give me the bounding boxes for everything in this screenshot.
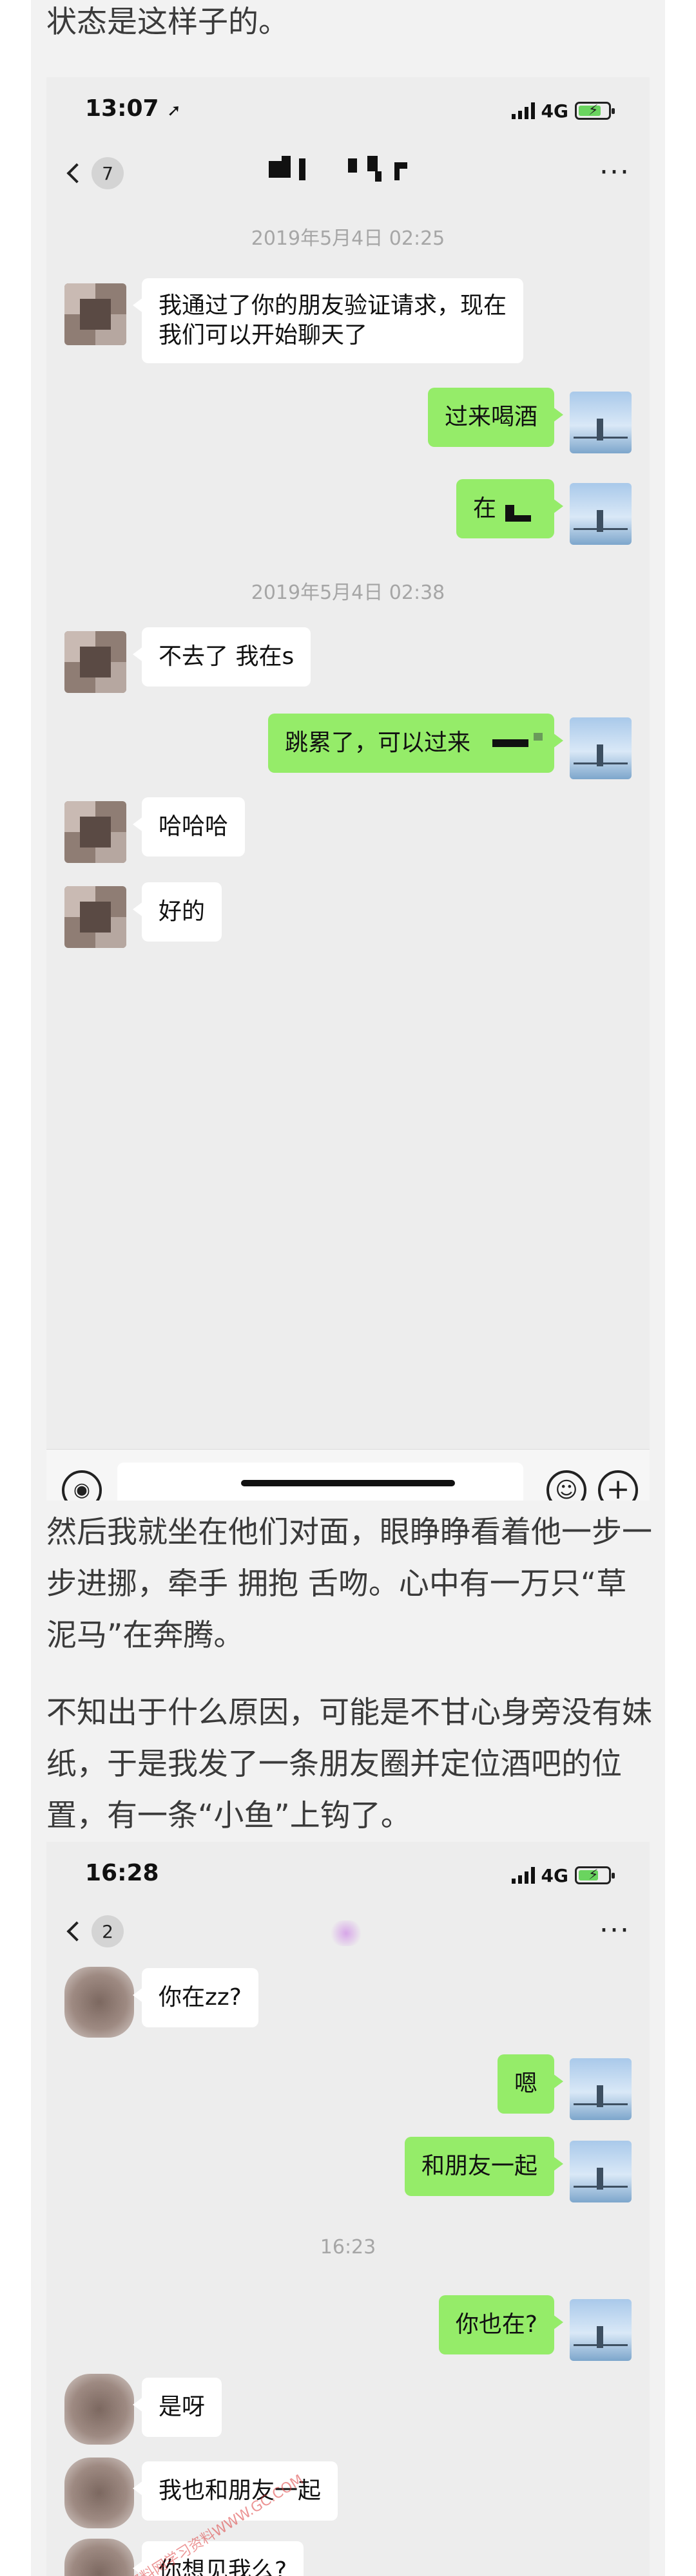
emoji-icon[interactable]: ☺ <box>546 1470 586 1501</box>
contact-avatar[interactable] <box>64 283 126 345</box>
network-type: 4G <box>541 100 568 122</box>
self-avatar[interactable] <box>570 483 632 545</box>
contact-avatar[interactable] <box>64 2539 134 2576</box>
message-bubble-sent[interactable]: 嗯 <box>497 2054 564 2114</box>
voice-icon[interactable]: ◉ <box>62 1470 102 1501</box>
contact-avatar[interactable] <box>64 631 126 693</box>
status-bar: 16:28 4G ⚡ <box>46 1842 650 1906</box>
status-time: 13:07 ➚ <box>85 95 181 122</box>
self-avatar[interactable] <box>570 717 632 779</box>
chevron-left-icon <box>66 163 87 184</box>
chat-timestamp: 16:23 <box>320 2236 376 2259</box>
message-input-bar: ◉ ☺ + <box>46 1449 650 1501</box>
article-paragraph: 然后我就坐在他们对面，眼睁睁看着他一步一步进挪，牵手 拥抱 舌吻。心中有一万只“… <box>46 1515 652 1653</box>
plus-icon[interactable]: + <box>598 1470 638 1501</box>
signal-icon <box>511 1867 535 1884</box>
chat-timestamp: 2019年5月4日 02:38 <box>251 582 445 604</box>
redacted-text <box>492 739 528 747</box>
message-bubble-sent[interactable]: 在 <box>456 479 564 538</box>
self-avatar[interactable] <box>570 2058 632 2120</box>
more-options-icon[interactable]: ··· <box>599 1917 630 1945</box>
message-bubble-received[interactable]: 你在zz? <box>133 1968 258 2027</box>
home-indicator <box>241 1480 455 1486</box>
back-button[interactable]: 2 <box>64 1915 124 1947</box>
message-bubble-received[interactable]: 哈哈哈 <box>132 797 246 857</box>
message-bubble-received[interactable]: 我通过了你的朋友验证请求，现在 我们可以开始聊天了 <box>132 278 524 363</box>
chat-screenshot-1: 13:07 ➚ 4G ⚡ 7 ··· 2019年5月4日 02:25 我通过了你… <box>46 77 650 1501</box>
chevron-left-icon <box>66 1921 87 1942</box>
intro-text: 状态是这样子的。 <box>46 5 289 40</box>
network-type: 4G <box>541 1864 568 1886</box>
message-bubble-sent[interactable]: 过来喝酒 <box>427 388 564 447</box>
battery-icon: ⚡ <box>575 1866 615 1884</box>
chat-timestamp: 2019年5月4日 02:25 <box>251 227 445 250</box>
status-bar: 13:07 ➚ 4G ⚡ <box>46 77 650 142</box>
message-bubble-sent[interactable]: 你也在? <box>438 2295 564 2354</box>
more-options-icon[interactable]: ··· <box>599 158 630 187</box>
status-indicators: 4G ⚡ <box>511 98 615 124</box>
status-indicators: 4G ⚡ <box>511 1862 615 1888</box>
message-bubble-received[interactable]: 不去了 我在s <box>132 627 311 687</box>
location-arrow-icon: ➚ <box>167 101 181 120</box>
article-paragraph: 不知出于什么原因，可能是不甘心身旁没有妹纸，于是我发了一条朋友圈并定位酒吧的位置… <box>46 1695 652 1833</box>
message-bubble-received[interactable]: 好的 <box>132 882 222 942</box>
contact-avatar[interactable] <box>64 2458 134 2528</box>
contact-avatar[interactable] <box>64 1967 134 2038</box>
contact-avatar[interactable] <box>64 886 126 948</box>
chat-screenshot-2: 16:28 4G ⚡ 2 ··· 你在zz? 嗯 和朋友一起 16:23 你也在… <box>46 1842 650 2576</box>
self-avatar[interactable] <box>570 2141 632 2202</box>
self-avatar[interactable] <box>570 2299 632 2361</box>
self-avatar[interactable] <box>570 392 632 453</box>
unread-badge: 2 <box>92 1915 124 1947</box>
contact-avatar[interactable] <box>64 2374 134 2445</box>
chat-nav-bar: 2 ··· <box>46 1906 650 1964</box>
message-bubble-sent[interactable]: 跳累了，可以过来 <box>267 714 564 773</box>
chat-nav-bar: 7 ··· <box>46 148 650 206</box>
back-button[interactable]: 7 <box>64 157 124 189</box>
message-bubble-sent[interactable]: 和朋友一起 <box>404 2137 564 2196</box>
battery-icon: ⚡ <box>575 102 615 120</box>
contact-name-blurred <box>330 1920 362 1946</box>
unread-badge: 7 <box>92 157 124 189</box>
signal-icon <box>511 102 535 119</box>
status-time: 16:28 <box>85 1860 159 1886</box>
message-bubble-received[interactable]: 是呀 <box>132 2378 222 2437</box>
contact-avatar[interactable] <box>64 801 126 863</box>
